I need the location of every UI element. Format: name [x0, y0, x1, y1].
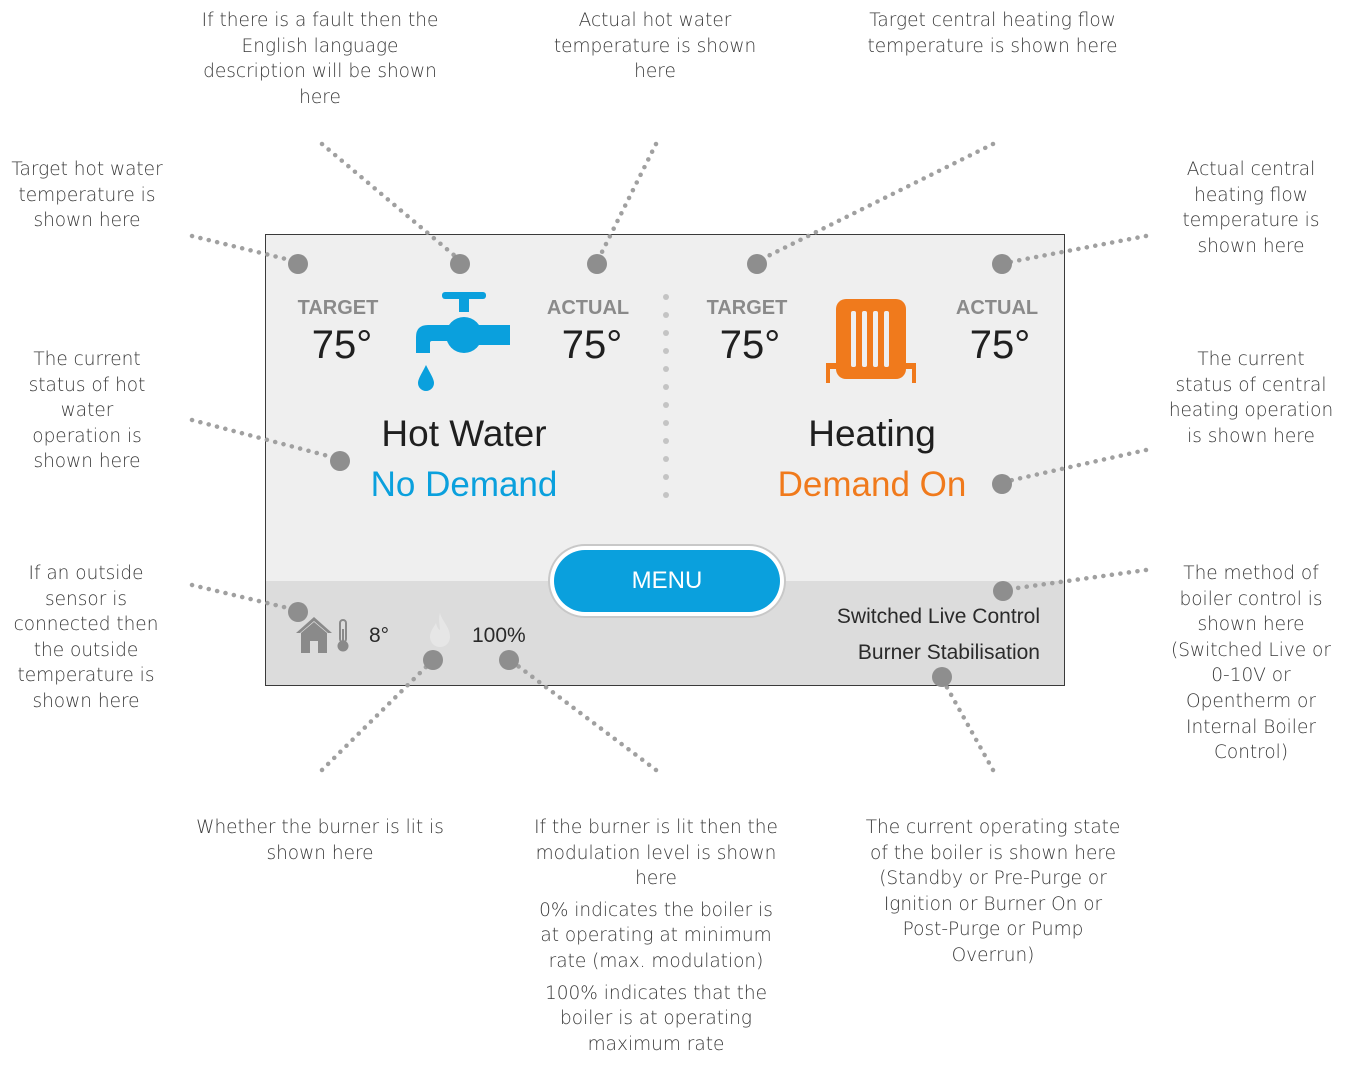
callout-outside-sensor: If an outside sensor is connected then t… [13, 563, 159, 712]
boiler-display-panel: TARGET 75° ACTUAL 75° Hot Water No Deman… [265, 234, 1065, 686]
callout-heating-status: The current status of central heating op… [1168, 349, 1334, 447]
thermometer-icon [337, 619, 349, 652]
callout-actual-hot-water: Actual hot water temperature is shown he… [553, 10, 757, 83]
callout-boiler-control: The method of boiler control is shown he… [1171, 563, 1331, 764]
modulation-level: 100% [472, 624, 526, 647]
hot-water-status: No Demand [370, 465, 558, 504]
hot-water-actual-label: ACTUAL [546, 297, 630, 319]
flame-icon [430, 613, 450, 647]
hot-water-target-label: TARGET [297, 297, 379, 319]
house-icon [296, 617, 332, 653]
leader-operating-state [941, 679, 996, 773]
outside-temp: 8° [369, 624, 390, 647]
heating-target-label: TARGET [706, 297, 788, 319]
heating-actual-label: ACTUAL [955, 297, 1039, 319]
operating-state: Burner Stabilisation [857, 641, 1040, 664]
radiator-icon [826, 299, 916, 383]
heating-status: Demand On [777, 465, 967, 504]
hot-water-actual-temp: 75° [561, 323, 623, 367]
heating-actual-temp: 75° [969, 323, 1031, 367]
tap-icon [416, 292, 510, 391]
callout-hot-water-status: The current status of hot water operatio… [28, 349, 146, 473]
callout-burner-lit: Whether the burner is lit is shown here [196, 817, 444, 864]
callout-modulation: If the burner is lit then the modulation… [534, 817, 778, 1055]
heating-target-temp: 75° [719, 323, 781, 367]
control-method: Switched Live Control [836, 605, 1040, 628]
callout-operating-state: The current operating state of the boile… [865, 817, 1121, 966]
heating-title: Heating [808, 413, 936, 454]
callout-fault: If there is a fault then the English lan… [201, 10, 439, 108]
hot-water-title: Hot Water [381, 413, 547, 454]
hot-water-target-temp: 75° [311, 323, 373, 367]
callout-target-heating: Target central heating flow temperature … [867, 10, 1118, 57]
menu-button[interactable]: MENU [554, 550, 780, 612]
callout-target-hot-water: Target hot water temperature is shown he… [11, 159, 163, 232]
callout-actual-heating: Actual central heating flow temperature … [1182, 159, 1320, 257]
water-drop-icon [418, 365, 434, 391]
